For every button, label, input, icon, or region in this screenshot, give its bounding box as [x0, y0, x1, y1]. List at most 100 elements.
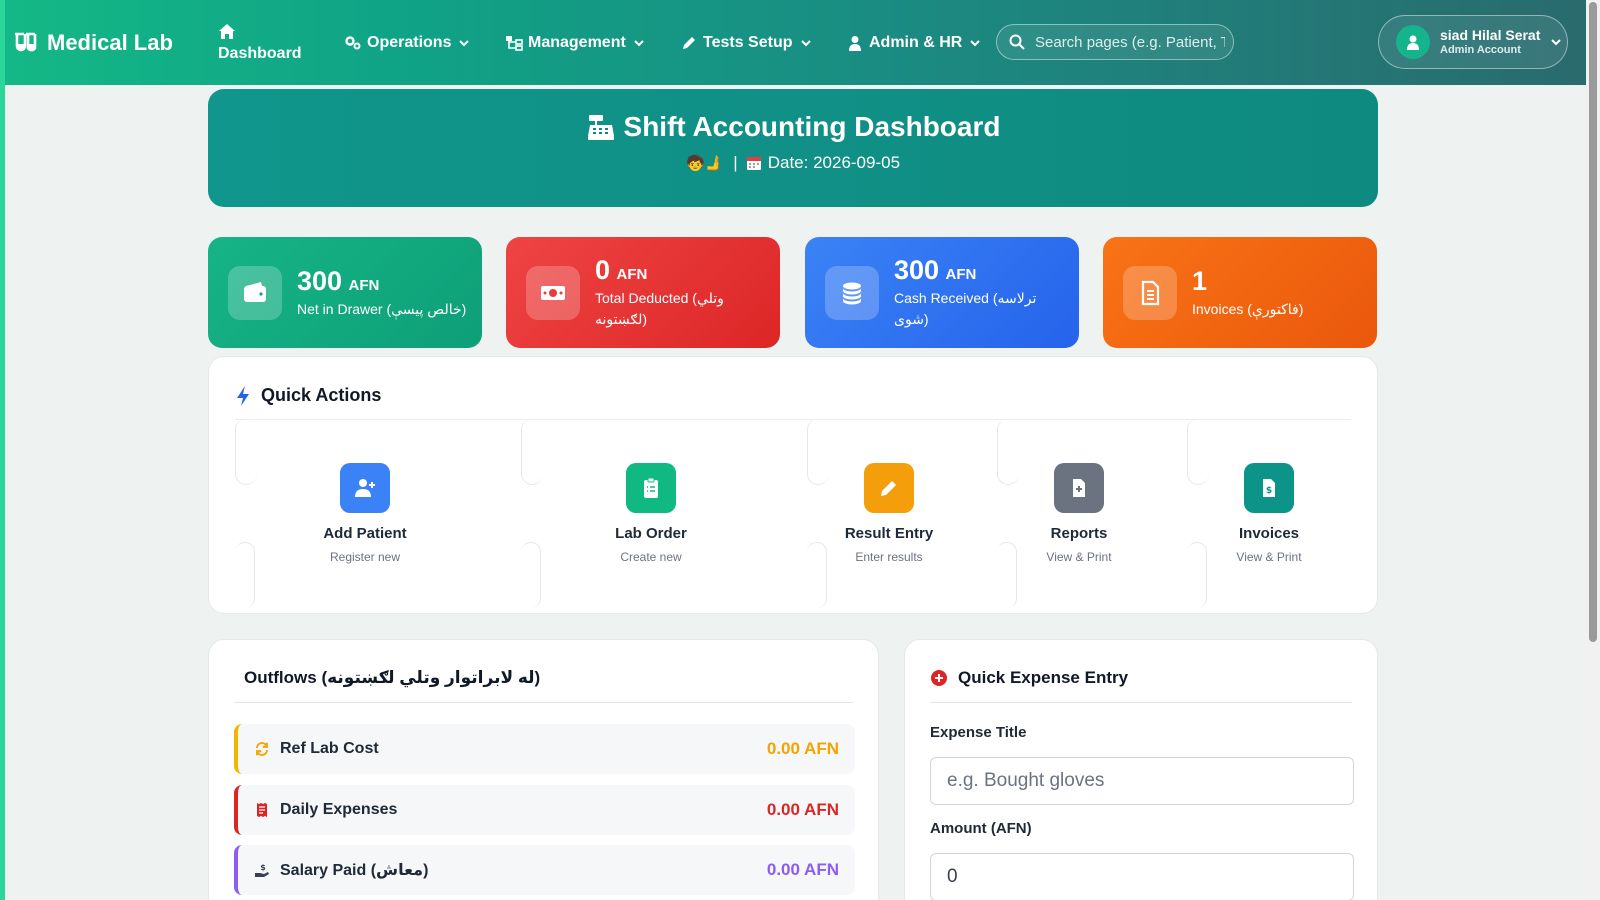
outflow-row-salary: $ Salary Paid (معاش) 0.00 AFN [234, 845, 855, 895]
chevron-down-icon [634, 39, 644, 46]
plus-circle-icon [931, 670, 947, 686]
quick-action-add-patient[interactable]: Add Patient Register new [275, 463, 455, 564]
quick-action-sub: Register new [329, 550, 401, 564]
chevron-down-icon [1551, 39, 1562, 46]
wallet-icon [244, 281, 266, 302]
gears-icon [345, 35, 361, 49]
stat-value: 300 [297, 265, 343, 296]
outflows-title: Outflows (له لابراتوار وتلي لګښتونه) [244, 668, 541, 687]
chevron-down-icon [970, 39, 981, 46]
stat-label: Invoices (فاکتورې) [1192, 300, 1304, 317]
user-menu[interactable]: siad Hilal Serat Admin Account [1378, 15, 1568, 69]
quick-actions-panel: Quick Actions Add Patient Register new L… [208, 356, 1378, 614]
page-title: Shift Accounting Dashboard [623, 111, 1001, 142]
sync-icon [256, 742, 268, 756]
money-bill-icon [541, 285, 565, 300]
nav-operations[interactable]: Operations [344, 34, 505, 52]
search-icon [1009, 34, 1025, 50]
quick-action-sub: Create new [620, 550, 682, 564]
stat-card-net-drawer: 300 AFN Net in Drawer (خالص پیسې) [208, 237, 482, 348]
quick-action-result-entry[interactable]: Result Entry Enter results [799, 463, 979, 564]
sitemap-icon [506, 35, 523, 51]
brand-name: Medical Lab [47, 29, 173, 55]
outflows-panel: Outflows (له لابراتوار وتلي لګښتونه) Ref… [208, 639, 879, 900]
outflow-amount: 0.00 AFN [766, 860, 839, 879]
outflow-row-daily-expenses: Daily Expenses 0.00 AFN [234, 785, 855, 835]
stat-value: 1 [1192, 265, 1208, 296]
user-role: Admin Account [1440, 43, 1521, 56]
quick-action-title: Invoices [1238, 525, 1300, 542]
hand-holding-dollar-icon: $ [255, 863, 269, 877]
nav-management[interactable]: Management [505, 34, 680, 52]
user-name: siad Hilal Serat [1440, 27, 1541, 44]
bolt-icon [237, 385, 249, 406]
amount-input[interactable] [930, 853, 1354, 900]
nav-admin-hr[interactable]: Admin & HR [846, 34, 981, 52]
separator: | [733, 153, 738, 172]
quick-action-sub: View & Print [1046, 550, 1112, 564]
outflow-label: Salary Paid (معاش) [280, 862, 429, 879]
quick-action-invoices[interactable]: $ Invoices View & Print [1179, 463, 1359, 564]
stat-card-total-deducted: 0 AFN Total Deducted (وتلي لګښتونه) [506, 237, 780, 348]
nav-dashboard[interactable]: Dashboard [218, 23, 324, 63]
nav-tests-setup-label: Tests Setup [703, 33, 793, 51]
flask-icon [15, 32, 37, 51]
calendar-icon [746, 157, 761, 170]
outflow-label: Daily Expenses [280, 801, 398, 818]
stat-label: Total Deducted (وتلي لګښتونه) [595, 290, 724, 327]
pen-icon [683, 36, 695, 49]
svg-text:$: $ [1266, 486, 1272, 496]
file-invoice-icon [1141, 280, 1160, 305]
quick-action-title: Add Patient [323, 525, 407, 542]
shift-date: Date: 2026-09-05 [767, 153, 901, 172]
scrollbar-thumb[interactable] [1589, 2, 1597, 642]
quick-actions-title: Quick Actions [261, 385, 382, 405]
clipboard-list-icon [644, 477, 658, 498]
stat-label: Net in Drawer (خالص پیسې) [297, 300, 467, 317]
nav-dashboard-label: Dashboard [218, 44, 302, 62]
expense-title-label: Expense Title [930, 724, 1027, 741]
expense-title-input[interactable] [930, 757, 1354, 805]
shift-emoji: 🧒🫸 [685, 155, 724, 172]
chevron-down-icon [800, 39, 811, 46]
stat-unit: AFN [616, 266, 648, 283]
brand-link[interactable]: Medical Lab [12, 30, 202, 56]
cash-register-icon [587, 115, 614, 140]
stat-label: Cash Received (ترلاسه شوی) [894, 290, 1037, 327]
stat-card-cash-received: 300 AFN Cash Received (ترلاسه شوی) [805, 237, 1079, 348]
search-box[interactable] [996, 24, 1234, 60]
outflow-row-ref-lab: Ref Lab Cost 0.00 AFN [234, 724, 855, 774]
outflow-label: Ref Lab Cost [280, 740, 379, 757]
user-plus-icon [355, 479, 375, 497]
stat-value: 0 [595, 255, 611, 285]
quick-action-title: Result Entry [844, 525, 934, 542]
user-icon [1407, 35, 1419, 50]
avatar [1396, 25, 1430, 59]
nav-tests-setup[interactable]: Tests Setup [680, 34, 846, 52]
nav-management-label: Management [528, 33, 626, 51]
file-invoice-dollar-icon: $ [1263, 479, 1275, 497]
svg-text:$: $ [260, 863, 266, 872]
stat-value: 300 [894, 255, 940, 285]
outflow-amount: 0.00 AFN [766, 800, 839, 819]
quick-expense-panel: Quick Expense Entry Expense Title Amount… [904, 639, 1378, 900]
quick-action-title: Lab Order [615, 525, 687, 542]
outflow-amount: 0.00 AFN [766, 739, 839, 758]
nav-admin-hr-label: Admin & HR [869, 33, 963, 51]
nav-operations-label: Operations [367, 33, 452, 51]
home-icon [219, 23, 235, 39]
quick-action-sub: View & Print [1236, 550, 1302, 564]
amount-label: Amount (AFN) [930, 820, 1032, 837]
pen-icon [881, 481, 896, 496]
coins-icon [843, 282, 861, 304]
chevron-down-icon [459, 39, 470, 46]
top-navbar: Medical Lab Dashboard Operations Managem… [0, 0, 1600, 900]
stat-unit: AFN [945, 266, 977, 283]
quick-action-lab-order[interactable]: Lab Order Create new [561, 463, 741, 564]
search-input[interactable] [1035, 33, 1225, 51]
page-scrollbar[interactable] [1586, 0, 1600, 900]
quick-action-title: Reports [1050, 525, 1108, 542]
page-header-banner: Shift Accounting Dashboard 🧒🫸 | Date: 20… [208, 89, 1378, 207]
quick-action-reports[interactable]: Reports View & Print [989, 463, 1169, 564]
stat-unit: AFN [348, 276, 380, 294]
